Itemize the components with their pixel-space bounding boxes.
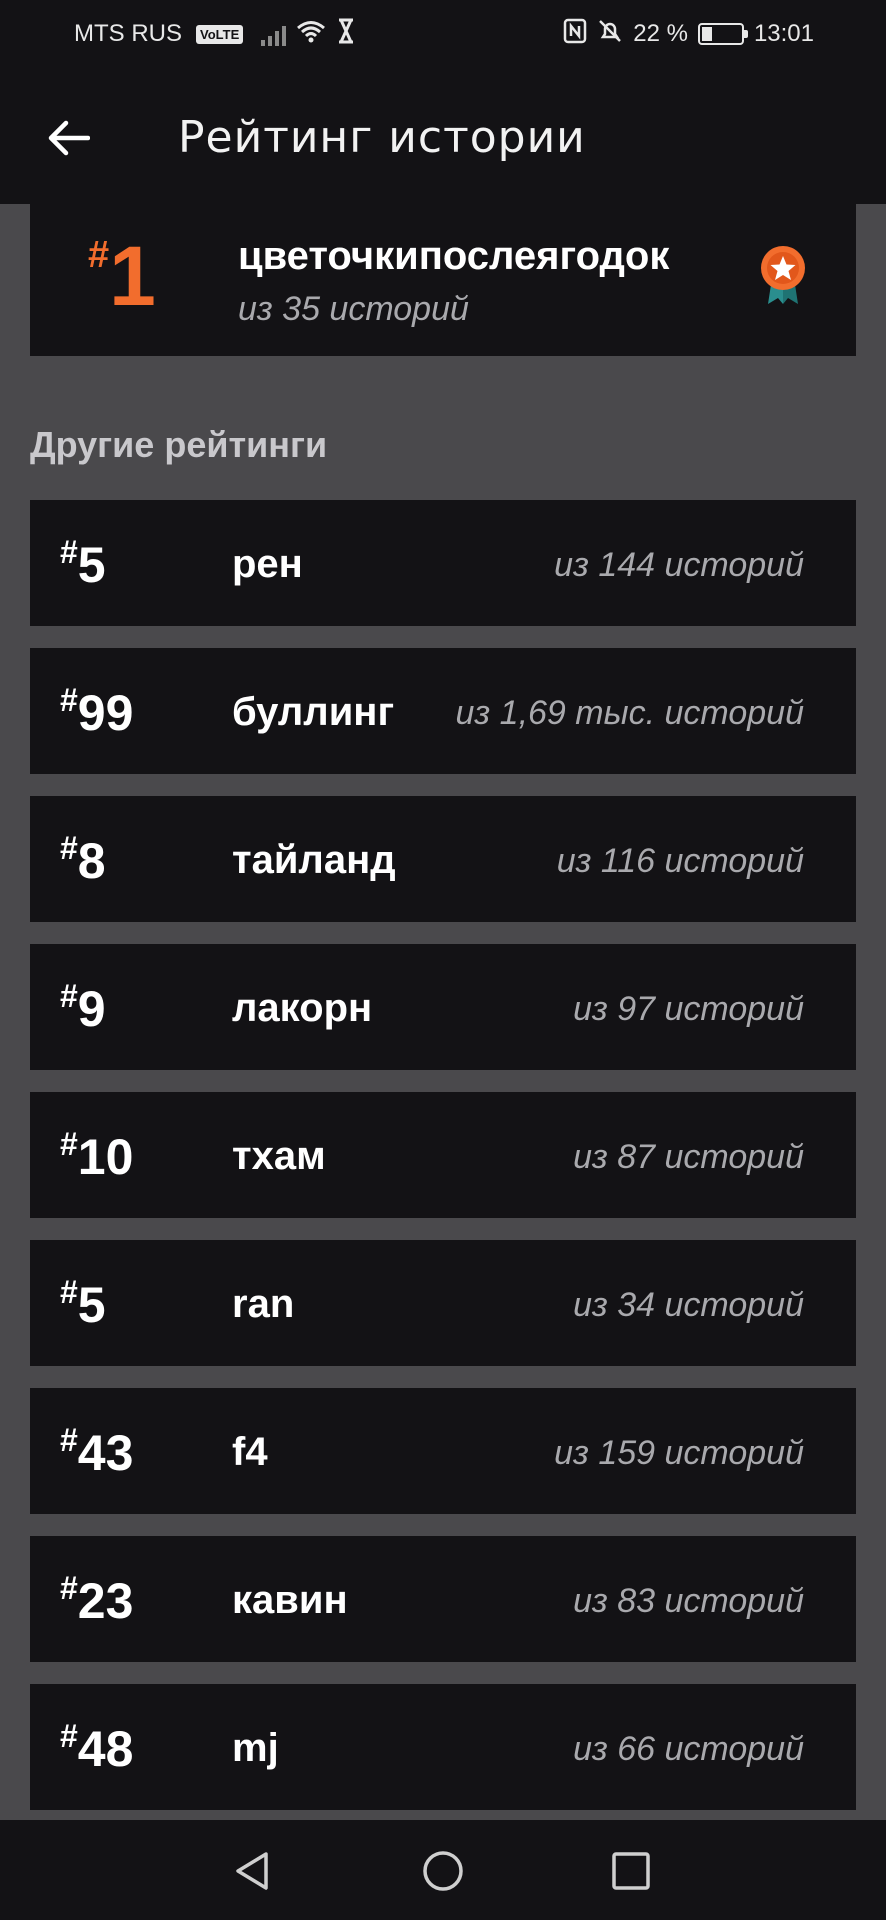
tag-name: рен xyxy=(232,542,303,586)
clock: 13:01 xyxy=(753,20,814,47)
section-title: Другие рейтинги xyxy=(30,424,328,465)
list-item[interactable]: #5 ran из 34 историй xyxy=(30,1240,856,1366)
rank-hash: # xyxy=(60,1718,78,1754)
rank: #9 xyxy=(60,978,106,1038)
tag-name: ran xyxy=(232,1282,295,1326)
battery-icon xyxy=(697,23,748,45)
rank-hash: # xyxy=(60,1126,78,1162)
rank-number: 5 xyxy=(77,1277,106,1333)
rank-hash: # xyxy=(88,234,110,276)
story-count: из 66 историй xyxy=(573,1730,804,1768)
back-button[interactable] xyxy=(40,110,96,166)
rank: #5 xyxy=(60,1274,106,1334)
tag-name: буллинг xyxy=(232,690,395,734)
rank: #99 xyxy=(60,682,134,742)
top-rating-card[interactable]: #1 цветочкипослеягодок из 35 историй xyxy=(30,204,856,356)
rank-hash: # xyxy=(60,1422,78,1458)
tag-name: тхам xyxy=(232,1134,326,1178)
tag-name: тайланд xyxy=(232,838,396,882)
rank-number: 5 xyxy=(77,537,106,593)
square-recents-icon[interactable] xyxy=(608,1848,654,1894)
story-count: из 87 историй xyxy=(573,1138,804,1176)
rank: #10 xyxy=(60,1126,134,1186)
tag-name: f4 xyxy=(232,1430,268,1474)
carrier-label: MTS RUS xyxy=(74,20,182,47)
page-title: Рейтинг истории xyxy=(178,112,586,163)
list-item[interactable]: #48 mj из 66 историй xyxy=(30,1684,856,1810)
system-nav-bar xyxy=(0,1820,886,1920)
circle-home-icon[interactable] xyxy=(420,1848,466,1894)
status-left: MTS RUS VoLTE xyxy=(74,18,356,51)
list-item[interactable]: #43 f4 из 159 историй xyxy=(30,1388,856,1514)
rank-hash: # xyxy=(60,534,78,570)
rank-hash: # xyxy=(60,1274,78,1310)
tag-name: лакорн xyxy=(232,986,373,1030)
wifi-icon xyxy=(296,19,326,49)
list-item[interactable]: #23 кавин из 83 историй xyxy=(30,1536,856,1662)
story-count: из 159 историй xyxy=(554,1434,804,1472)
list-item[interactable]: #5 рен из 144 историй xyxy=(30,500,856,626)
triangle-back-icon[interactable] xyxy=(230,1848,276,1894)
rank: #8 xyxy=(60,830,106,890)
app-bar: Рейтинг истории xyxy=(0,68,886,204)
rank-hash: # xyxy=(60,978,78,1014)
status-right: 22 % 13:01 xyxy=(563,18,814,51)
rank-number: 1 xyxy=(109,229,156,323)
battery-percent: 22 % xyxy=(633,20,688,47)
nfc-icon xyxy=(563,18,587,51)
story-count: из 34 историй xyxy=(573,1286,804,1324)
list-item[interactable]: #10 тхам из 87 историй xyxy=(30,1092,856,1218)
list-item[interactable]: #99 буллинг из 1,69 тыс. историй xyxy=(30,648,856,774)
volte-badge: VoLTE xyxy=(196,24,244,44)
rank: #48 xyxy=(60,1718,134,1778)
rank-number: 43 xyxy=(77,1425,134,1481)
rank-hash: # xyxy=(60,830,78,866)
story-count: из 83 историй xyxy=(573,1582,804,1620)
story-count: из 144 историй xyxy=(554,546,804,584)
rank: #23 xyxy=(60,1570,134,1630)
tag-name: кавин xyxy=(232,1578,348,1622)
list-item[interactable]: #9 лакорн из 97 историй xyxy=(30,944,856,1070)
rank-number: 23 xyxy=(77,1573,134,1629)
award-ribbon-icon xyxy=(761,246,805,304)
story-count: из 97 историй xyxy=(573,990,804,1028)
rank: #43 xyxy=(60,1422,134,1482)
status-bar: MTS RUS VoLTE 22 % 13:01 xyxy=(0,0,886,68)
rank-hash: # xyxy=(60,1570,78,1606)
rank-number: 8 xyxy=(77,833,106,889)
top-tag-name: цветочкипослеягодок xyxy=(238,234,670,278)
rank-number: 10 xyxy=(77,1129,134,1185)
list-item[interactable]: #8 тайланд из 116 историй xyxy=(30,796,856,922)
rating-list: #5 рен из 144 историй #99 буллинг из 1,6… xyxy=(30,500,856,1832)
rank: #5 xyxy=(60,534,106,594)
hourglass-icon xyxy=(336,18,356,51)
signal-icon xyxy=(261,22,287,46)
mute-bell-icon xyxy=(597,18,623,51)
rank-number: 99 xyxy=(77,685,134,741)
story-count: из 116 историй xyxy=(556,842,804,880)
top-story-count: из 35 историй xyxy=(238,290,469,328)
arrow-left-icon xyxy=(48,120,90,156)
rank-hash: # xyxy=(60,682,78,718)
rank-number: 9 xyxy=(77,981,106,1037)
rank-number: 48 xyxy=(77,1721,134,1777)
top-rank: #1 xyxy=(88,228,156,325)
story-count: из 1,69 тыс. историй xyxy=(455,694,805,732)
tag-name: mj xyxy=(232,1726,279,1770)
